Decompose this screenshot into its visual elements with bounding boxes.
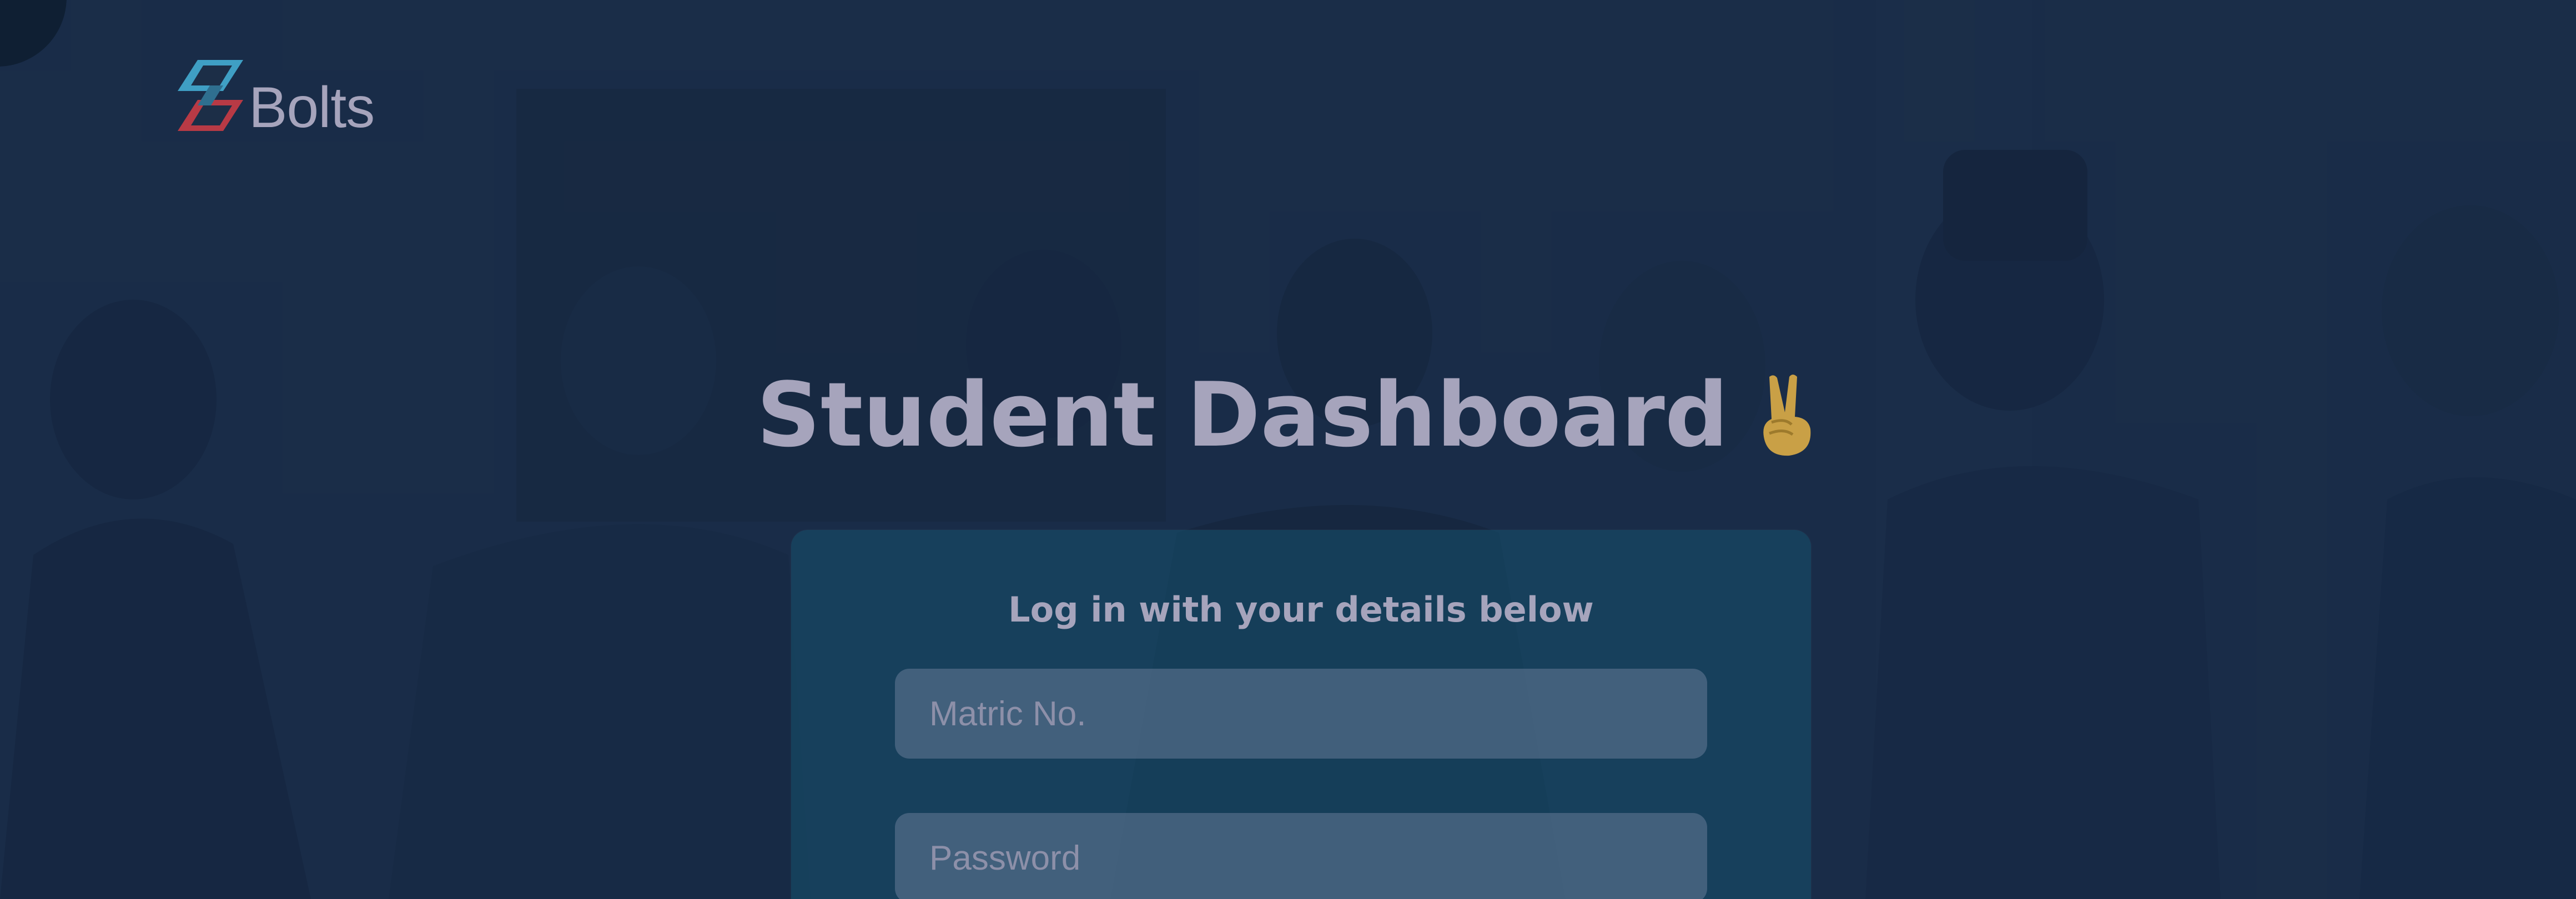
brand-name: Bolts <box>249 75 375 140</box>
password-input[interactable] <box>895 813 1707 899</box>
page-title: Student Dashboard <box>0 369 2576 459</box>
login-page: Bolts Student Dashboard Log in with your… <box>0 0 2576 899</box>
matric-number-input[interactable] <box>895 669 1707 759</box>
login-card-heading: Log in with your details below <box>1008 589 1594 630</box>
page-title-text: Student Dashboard <box>756 363 1729 467</box>
brand-logo[interactable]: Bolts <box>177 58 375 137</box>
bolts-logo-icon <box>178 60 243 131</box>
victory-hand-icon <box>1763 375 1811 456</box>
login-card: Log in with your details below <box>791 530 1811 899</box>
